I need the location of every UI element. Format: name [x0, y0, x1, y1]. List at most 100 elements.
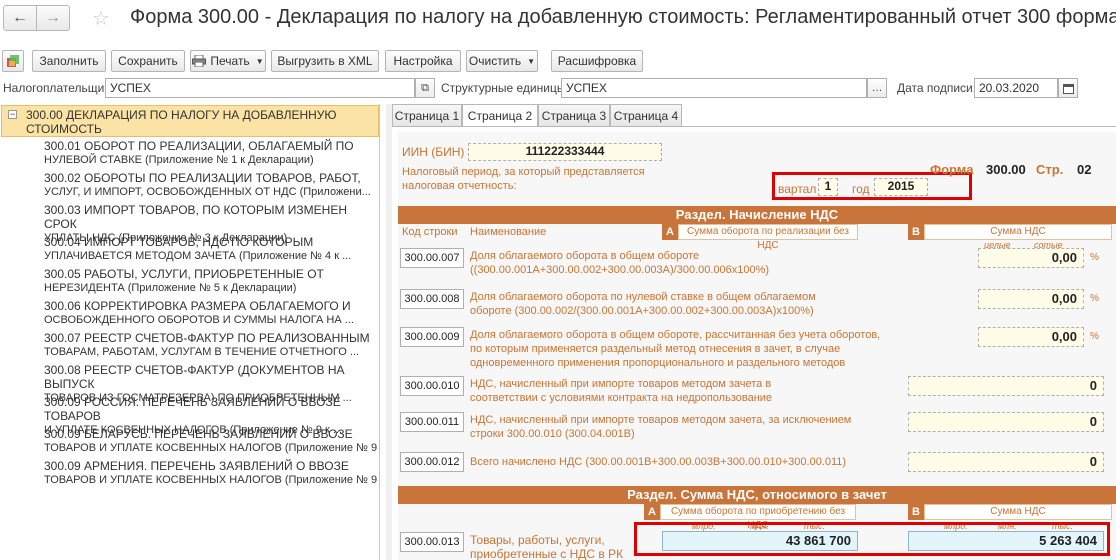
form-label: Форма [930, 162, 974, 177]
tree-item[interactable]: 300.01 ОБОРОТ ПО РЕАЛИЗАЦИИ, ОБЛАГАЕМЫЙ … [44, 139, 378, 167]
tree-item-line2: ОСВОБОЖДЕННОГО ОБОРОТОВ И СУММЫ НАЛОГА Н… [44, 314, 354, 326]
col-code-header: Код строки [402, 226, 458, 238]
row-code: 300.00.007 [400, 248, 464, 268]
tab-page-3[interactable]: Страница 3 [538, 104, 610, 126]
sign-date-field[interactable]: 20.03.2020 [974, 78, 1058, 98]
row-label: Всего начислено НДС (300.00.001B+300.00.… [470, 455, 900, 469]
percent-sign: % [1090, 252, 1099, 263]
tree-item[interactable]: 300.07 РЕЕСТР СЧЕТОВ-ФАКТУР ПО РЕАЛИЗОВА… [44, 331, 378, 359]
calendar-button[interactable] [1058, 78, 1078, 98]
column-a-header: Сумма оборота по реализации без НДС [678, 224, 858, 251]
row-label: НДС, начисленный при импорте товаров мет… [470, 377, 900, 405]
toolbar: Заполнить Сохранить Печать ▼ Выгрузить в … [0, 50, 1116, 72]
tab-divider [392, 126, 1116, 127]
settings-button[interactable]: Настройка [385, 50, 461, 72]
iin-field[interactable]: 111222333444 [468, 143, 662, 161]
tree-item[interactable]: 300.05 РАБОТЫ, УСЛУГИ, ПРИОБРЕТЕННЫЕ ОТ Н… [44, 267, 378, 295]
percent-sign: % [1090, 293, 1099, 304]
tree-item[interactable]: 300.06 КОРРЕКТИРОВКА РАЗМЕРА ОБЛАГАЕМОГО… [44, 299, 378, 327]
tree-item-line2: НЕРЕЗИДЕНТА (Приложение № 5 к Декларации… [44, 282, 297, 294]
arrow-right-icon: → [45, 9, 61, 26]
value-field[interactable]: 0,00 [978, 327, 1084, 347]
tree-item-line1: 300.07 РЕЕСТР СЧЕТОВ-ФАКТУР ПО РЕАЛИЗОВА… [44, 331, 370, 345]
ellipsis-icon: … [871, 82, 883, 94]
open-icon: ⧉ [421, 81, 429, 94]
taxpayer-label: Налогоплательщик: [3, 81, 113, 95]
value-field[interactable]: 0,00 [978, 248, 1084, 268]
page-number: 02 [1077, 162, 1092, 177]
tree-item[interactable]: 300.02 ОБОРОТЫ ПО РЕАЛИЗАЦИИ ТОВАРОВ, РА… [44, 171, 378, 199]
value-field[interactable]: 0 [908, 452, 1104, 472]
splitter[interactable] [386, 104, 392, 560]
value-field[interactable]: 0,00 [978, 289, 1084, 309]
report-form: ИИН (БИН) 111222333444 Налоговый период,… [398, 132, 1116, 560]
tree-item-line2: ТОВАРОВ И УПЛАТЕ КОСВЕННЫХ НАЛОГОВ (Прил… [44, 474, 378, 486]
tree-item-line2: УСЛУГ, И ИМПОРТ, ОСВОБОЖДЕННЫХ ОТ НДС (П… [44, 186, 371, 198]
value-field[interactable]: 0 [908, 412, 1104, 432]
row-label-line: Доля облагаемого оборота в общем обороте… [470, 329, 881, 341]
value-field[interactable]: 0 [908, 376, 1104, 396]
row-label-line: одновременного применения пропорциональн… [470, 357, 846, 369]
tree-item[interactable]: 300.09 АРМЕНИЯ. ПЕРЕЧЕНЬ ЗАЯВЛЕНИЙ О ВВО… [44, 459, 378, 487]
tree-item-line1: 300.09 АРМЕНИЯ. ПЕРЕЧЕНЬ ЗАЯВЛЕНИЙ О ВВО… [44, 459, 349, 473]
row-code: 300.00.012 [400, 452, 464, 472]
taxpayer-field[interactable]: УСПЕХ [105, 78, 415, 98]
tree-item-line1: 300.08 РЕЕСТР СЧЕТОВ-ФАКТУР (ДОКУМЕНТОВ … [44, 363, 345, 391]
tree-item-line1: 300.09 БЕЛАРУСЬ. ПЕРЕЧЕНЬ ЗАЯВЛЕНИЙ О ВВ… [44, 427, 353, 441]
collapse-icon[interactable]: − [8, 110, 17, 119]
select-units-button[interactable]: … [867, 78, 887, 98]
tree-item-line1: 300.06 КОРРЕКТИРОВКА РАЗМЕРА ОБЛАГАЕМОГО… [44, 299, 351, 313]
row-label-line: НДС, начисленный при импорте товаров мет… [470, 378, 772, 390]
tab-page-4[interactable]: Страница 4 [610, 104, 682, 126]
row-label: Доля облагаемого оборота в общем обороте… [470, 328, 900, 370]
column-b-header: Сумма НДС [924, 224, 1112, 240]
save-button[interactable]: Сохранить [111, 50, 185, 72]
tree-item[interactable]: 300.04 ИМПОРТ ТОВАРОВ, НДС ПО КОТОРЫМ УПЛ… [44, 235, 378, 263]
tree-item-line1: 300.04 ИМПОРТ ТОВАРОВ, НДС ПО КОТОРЫМ [44, 235, 314, 249]
tree-item-line1: 300.01 ОБОРОТ ПО РЕАЛИЗАЦИИ, ОБЛАГАЕМЫЙ … [44, 139, 354, 153]
tab-page-2[interactable]: Страница 2 [462, 104, 538, 127]
row-label-line: обороте (300.00.002/(300.00.001A+300.00.… [470, 305, 814, 317]
dropdown-arrow-icon: ▼ [255, 56, 264, 66]
section-tree: − 300.00 ДЕКЛАРАЦИЯ ПО НАЛОГУ НА ДОБАВЛЕ… [0, 104, 380, 560]
column-a-badge: A [662, 224, 678, 240]
row-label: Доля облагаемого оборота в общем обороте… [470, 249, 900, 277]
row-label-line: строки 300.00.010 (300.04.001B) [470, 428, 635, 440]
back-button[interactable]: ← [3, 5, 37, 31]
units-field[interactable]: УСПЕХ [561, 78, 867, 98]
forward-button[interactable]: → [36, 5, 70, 31]
column-b-badge: B [908, 504, 924, 520]
row13-highlight [634, 522, 1110, 556]
row-label-line: Всего начислено НДС (300.00.001B+300.00.… [470, 456, 847, 468]
column-b-header: Сумма НДС [924, 504, 1112, 520]
print-button[interactable]: Печать ▼ [190, 50, 266, 72]
row-label-line: Доля облагаемого оборота по нулевой став… [470, 291, 816, 303]
column-a-header: Сумма оборота по приобретению без НДС [660, 504, 856, 531]
fill-button[interactable]: Заполнить [32, 50, 106, 72]
column-b-badge: B [908, 224, 924, 240]
decode-button[interactable]: Расшифровка [551, 50, 643, 72]
dropdown-arrow-icon: ▼ [527, 56, 536, 66]
tree-item-line2: ТОВАРОВ И УПЛАТЕ КОСВЕННЫХ НАЛОГОВ (Прил… [44, 442, 378, 454]
tree-root-item[interactable]: − 300.00 ДЕКЛАРАЦИЯ ПО НАЛОГУ НА ДОБАВЛЕ… [1, 105, 379, 137]
clear-label: Очистить [468, 54, 522, 68]
tree-item[interactable]: 300.09 БЕЛАРУСЬ. ПЕРЕЧЕНЬ ЗАЯВЛЕНИЙ О ВВ… [44, 427, 378, 455]
tree-item-line2: НУЛЕВОЙ СТАВКЕ (Приложение № 1 к Деклара… [44, 154, 314, 166]
export-xml-button[interactable]: Выгрузить в XML [271, 50, 379, 72]
favorite-star-icon[interactable]: ☆ [92, 6, 110, 31]
report-menu-button[interactable] [2, 50, 24, 72]
row-code: 300.00.008 [400, 289, 464, 309]
period-label-1: Налоговый период, за который представляе… [402, 166, 645, 178]
tab-page-1[interactable]: Страница 1 [392, 104, 462, 126]
open-taxpayer-button[interactable]: ⧉ [415, 78, 435, 98]
clear-button[interactable]: Очистить ▼ [466, 50, 538, 72]
date-label: Дата подписи: [897, 81, 977, 95]
row-code: 300.00.011 [400, 412, 464, 432]
printer-icon [192, 55, 207, 67]
tree-root-label: 300.00 ДЕКЛАРАЦИЯ ПО НАЛОГУ НА ДОБАВЛЕНН… [26, 108, 337, 136]
row-code: 300.00.010 [400, 376, 464, 396]
section-accrual-header: Раздел. Начисление НДС [398, 206, 1116, 224]
title-bar: ← → ☆ Форма 300.00 - Декларация по налог… [0, 0, 1116, 42]
units-label: Структурные единицы: [441, 81, 569, 95]
section-credit-header: Раздел. Сумма НДС, относимого в зачет [398, 486, 1116, 504]
